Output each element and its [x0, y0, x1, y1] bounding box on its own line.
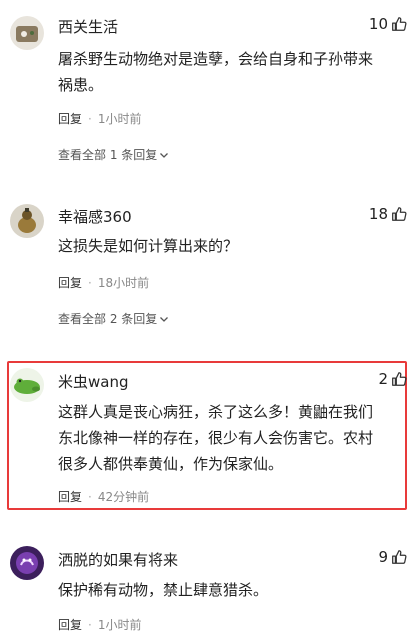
like-count: 18 — [368, 205, 388, 223]
separator-dot: · — [88, 617, 92, 632]
thumb-up-icon — [392, 550, 407, 564]
comment-text: 保护稀有动物，禁止肆意猎杀。 — [58, 581, 269, 599]
reply-button[interactable]: 回复 — [58, 274, 82, 291]
timestamp: 18小时前 — [97, 276, 150, 290]
avatar[interactable] — [10, 368, 44, 402]
comment-meta: 回复 · 1小时前 — [58, 616, 141, 633]
thumb-up-icon — [392, 372, 407, 386]
comment-meta: 回复 · 42分钟前 — [58, 488, 149, 505]
view-replies-label: 查看全部 2 条回复 — [58, 312, 158, 326]
timestamp: 1小时前 — [97, 112, 142, 126]
separator-dot: · — [88, 111, 92, 126]
view-replies-link[interactable]: 查看全部 1 条回复 — [58, 146, 169, 163]
like-count: 9 — [378, 548, 388, 566]
comment-text: 这损失是如何计算出来的？ — [58, 237, 239, 255]
avatar[interactable] — [10, 204, 44, 238]
like-button[interactable]: 18 — [369, 205, 408, 223]
avatar[interactable] — [10, 546, 44, 580]
chevron-down-icon — [160, 152, 169, 158]
comment-meta: 回复 · 1小时前 — [58, 110, 141, 127]
username[interactable]: 西关生活 — [58, 16, 118, 37]
separator-dot: · — [88, 275, 92, 290]
like-button[interactable]: 10 — [369, 15, 408, 33]
like-count: 2 — [378, 370, 388, 388]
chevron-down-icon — [160, 316, 169, 322]
comment-meta: 回复 · 18小时前 — [58, 274, 149, 291]
avatar[interactable] — [10, 16, 44, 50]
reply-button[interactable]: 回复 — [58, 488, 82, 505]
username[interactable]: 幸福感360 — [58, 206, 132, 227]
view-replies-link[interactable]: 查看全部 2 条回复 — [58, 310, 169, 327]
view-replies-label: 查看全部 1 条回复 — [58, 148, 158, 162]
timestamp: 1小时前 — [97, 618, 142, 632]
like-count: 10 — [368, 15, 388, 33]
comment-text: 这群人真是丧心病狂，杀了这么多！黄鼬在我们 东北像神一样的存在，很少有人会伤害它… — [58, 403, 374, 473]
username[interactable]: 洒脱的如果有将来 — [58, 549, 178, 570]
comment-text: 屠杀野生动物绝对是造孽，会给自身和子孙带来 祸患。 — [58, 50, 374, 94]
username[interactable]: 米虫wang — [58, 371, 129, 392]
thumb-up-icon — [392, 17, 407, 31]
thumb-up-icon — [392, 207, 407, 221]
separator-dot: · — [88, 489, 92, 504]
timestamp: 42分钟前 — [97, 490, 150, 504]
like-button[interactable]: 9 — [378, 548, 408, 566]
reply-button[interactable]: 回复 — [58, 616, 82, 633]
reply-button[interactable]: 回复 — [58, 110, 82, 127]
like-button[interactable]: 2 — [378, 370, 408, 388]
